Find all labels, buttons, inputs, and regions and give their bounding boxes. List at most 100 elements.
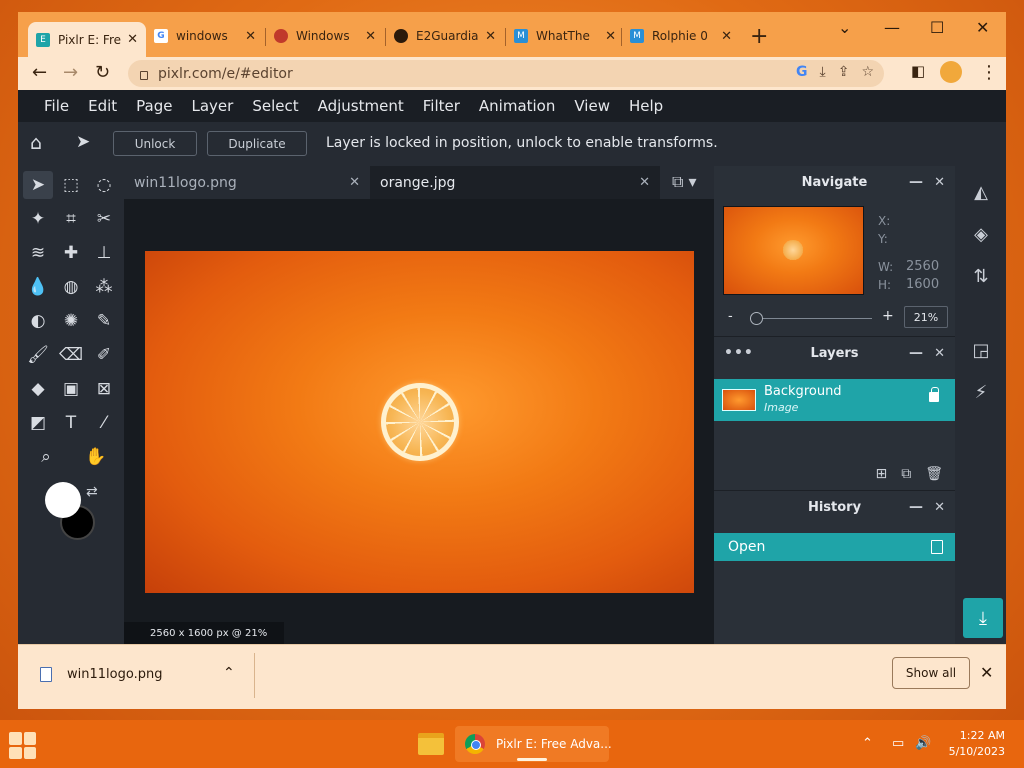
close-panel-icon[interactable]: ✕ [934, 500, 945, 515]
quick-action-icon[interactable]: ⚡ [969, 380, 993, 404]
foreground-color-swatch[interactable] [45, 482, 81, 518]
menu-select[interactable]: Select [252, 97, 298, 115]
doc-tab-win11logo[interactable]: win11logo.png ✕ [124, 166, 370, 199]
navigator-thumbnail[interactable] [723, 206, 864, 295]
close-panel-icon[interactable]: ✕ [934, 346, 945, 361]
crop-tool-icon[interactable]: ⌗ [56, 205, 86, 233]
menu-edit[interactable]: Edit [88, 97, 117, 115]
properties-panel-icon[interactable]: ◲ [969, 338, 993, 362]
show-all-button[interactable]: Show all [892, 657, 970, 689]
zoom-in-button[interactable]: + [882, 308, 894, 324]
fill-tool-icon[interactable]: ◆ [23, 375, 53, 403]
gradient-tool-icon[interactable]: ▣ [56, 375, 86, 403]
taskbar-chrome-button[interactable]: Pixlr E: Free Adva... [455, 726, 612, 762]
menu-layer[interactable]: Layer [192, 97, 234, 115]
file-explorer-icon[interactable] [418, 733, 444, 755]
forward-icon[interactable]: → [63, 62, 78, 83]
install-icon[interactable]: ⤓ [820, 64, 826, 80]
add-layer-icon[interactable]: ⊞ [875, 466, 887, 482]
picker-tool-icon[interactable]: ✎ [89, 307, 119, 335]
marquee-tool-icon[interactable]: ⬚ [56, 171, 86, 199]
magic-wand-tool-icon[interactable]: ✦ [23, 205, 53, 233]
eyedropper-tool-icon[interactable]: ⁄ [89, 409, 119, 437]
back-icon[interactable]: ← [32, 62, 47, 83]
filter-tool-icon[interactable]: ✺ [56, 307, 86, 335]
zoom-slider-handle[interactable] [749, 312, 763, 325]
share-icon[interactable]: ⇪ [838, 64, 850, 80]
history-panel-icon[interactable]: ⇅ [969, 264, 993, 288]
close-icon[interactable]: ✕ [721, 29, 732, 44]
navigate-panel-icon[interactable]: ◭ [969, 180, 993, 204]
eraser-tool-icon[interactable]: ⌫ [56, 341, 86, 369]
close-icon[interactable]: ✕ [365, 29, 376, 44]
clone-stamp-tool-icon[interactable]: ⊥ [89, 239, 119, 267]
chevron-up-icon[interactable]: ⌃ [223, 665, 235, 681]
close-icon[interactable]: ✕ [349, 175, 360, 190]
layers-panel-icon[interactable]: ◈ [969, 222, 993, 246]
minimize-icon[interactable]: — [884, 18, 900, 37]
minimize-panel-icon[interactable]: — [909, 174, 923, 190]
unlock-button[interactable]: Unlock [113, 131, 197, 156]
save-download-button[interactable]: ⤓ [963, 598, 1003, 638]
blur-tool-icon[interactable]: 💧 [23, 273, 53, 301]
dodge-burn-tool-icon[interactable]: ◐ [23, 307, 53, 335]
minimize-panel-icon[interactable]: — [909, 345, 923, 361]
dots-tool-icon[interactable]: ⁂ [89, 273, 119, 301]
tab-rolphie[interactable]: M Rolphie 0 ✕ [622, 22, 740, 50]
tab-e2guardian[interactable]: E2Guardia ✕ [386, 22, 504, 50]
hand-tool-icon[interactable]: ✋ [81, 443, 111, 471]
doc-tab-orange[interactable]: orange.jpg ✕ [370, 166, 660, 199]
window-arrange-icon[interactable]: ⧉ ▾ [672, 172, 697, 192]
text-tool-icon[interactable]: T [56, 409, 86, 437]
delete-layer-icon[interactable]: 🗑 [925, 466, 943, 482]
lasso-tool-icon[interactable]: ◌ [89, 171, 119, 199]
close-icon[interactable]: ✕ [485, 29, 496, 44]
zoom-input[interactable]: 21% [904, 306, 948, 328]
chevron-down-icon[interactable]: ⌄ [838, 18, 851, 37]
menu-view[interactable]: View [574, 97, 610, 115]
address-bar[interactable]: pixlr.com/e/#editor G ⤓ ⇪ ☆ [128, 60, 884, 87]
menu-animation[interactable]: Animation [479, 97, 555, 115]
duplicate-layer-icon[interactable]: ⧉ [901, 466, 911, 482]
chevron-up-icon[interactable]: ⌃ [862, 736, 873, 751]
download-file-name[interactable]: win11logo.png [67, 667, 162, 682]
new-tab-button[interactable]: + [750, 24, 768, 49]
history-item[interactable]: Open [714, 533, 955, 561]
close-icon[interactable]: ✕ [605, 29, 616, 44]
menu-filter[interactable]: Filter [423, 97, 460, 115]
zoom-slider-track[interactable] [750, 318, 872, 319]
window-close-icon[interactable]: ✕ [976, 18, 989, 37]
tab-whatthe[interactable]: M WhatThe ✕ [506, 22, 624, 50]
close-icon[interactable]: ✕ [245, 29, 256, 44]
menu-page[interactable]: Page [136, 97, 172, 115]
liquify-tool-icon[interactable]: ≋ [23, 239, 53, 267]
network-icon[interactable]: ▭ [892, 736, 904, 751]
sidepanel-icon[interactable]: ◧ [911, 62, 925, 80]
image-placeholder-tool-icon[interactable]: ⊠ [89, 375, 119, 403]
brush-tool-icon[interactable]: 🖌 [23, 341, 53, 369]
home-icon[interactable]: ⌂ [30, 132, 42, 154]
tab-pixlr[interactable]: E Pixlr E: Fre ✕ [28, 22, 146, 57]
tab-windows-search[interactable]: G windows ✕ [146, 22, 264, 50]
zoom-tool-icon[interactable]: ⌕ [31, 443, 61, 471]
duplicate-button[interactable]: Duplicate [207, 131, 307, 156]
close-icon[interactable]: ✕ [127, 32, 138, 47]
menu-file[interactable]: File [44, 97, 69, 115]
sponge-tool-icon[interactable]: ◍ [56, 273, 86, 301]
swap-colors-icon[interactable]: ⇄ [86, 484, 98, 500]
reload-icon[interactable]: ↻ [95, 62, 110, 83]
shape-tool-icon[interactable]: ◩ [23, 409, 53, 437]
color-replace-tool-icon[interactable]: ✐ [89, 341, 119, 369]
close-icon[interactable]: ✕ [980, 663, 993, 682]
more-menu-icon[interactable]: ⋮ [980, 62, 998, 83]
windows-start-icon[interactable] [9, 732, 36, 759]
close-icon[interactable]: ✕ [639, 175, 650, 190]
menu-help[interactable]: Help [629, 97, 663, 115]
minimize-panel-icon[interactable]: — [909, 499, 923, 515]
menu-adjustment[interactable]: Adjustment [318, 97, 404, 115]
lock-icon[interactable] [929, 387, 939, 402]
heal-tool-icon[interactable]: ✚ [56, 239, 86, 267]
volume-icon[interactable]: 🔊 [915, 736, 931, 751]
cutout-tool-icon[interactable]: ✂ [89, 205, 119, 233]
more-options-icon[interactable]: ••• [724, 345, 754, 361]
